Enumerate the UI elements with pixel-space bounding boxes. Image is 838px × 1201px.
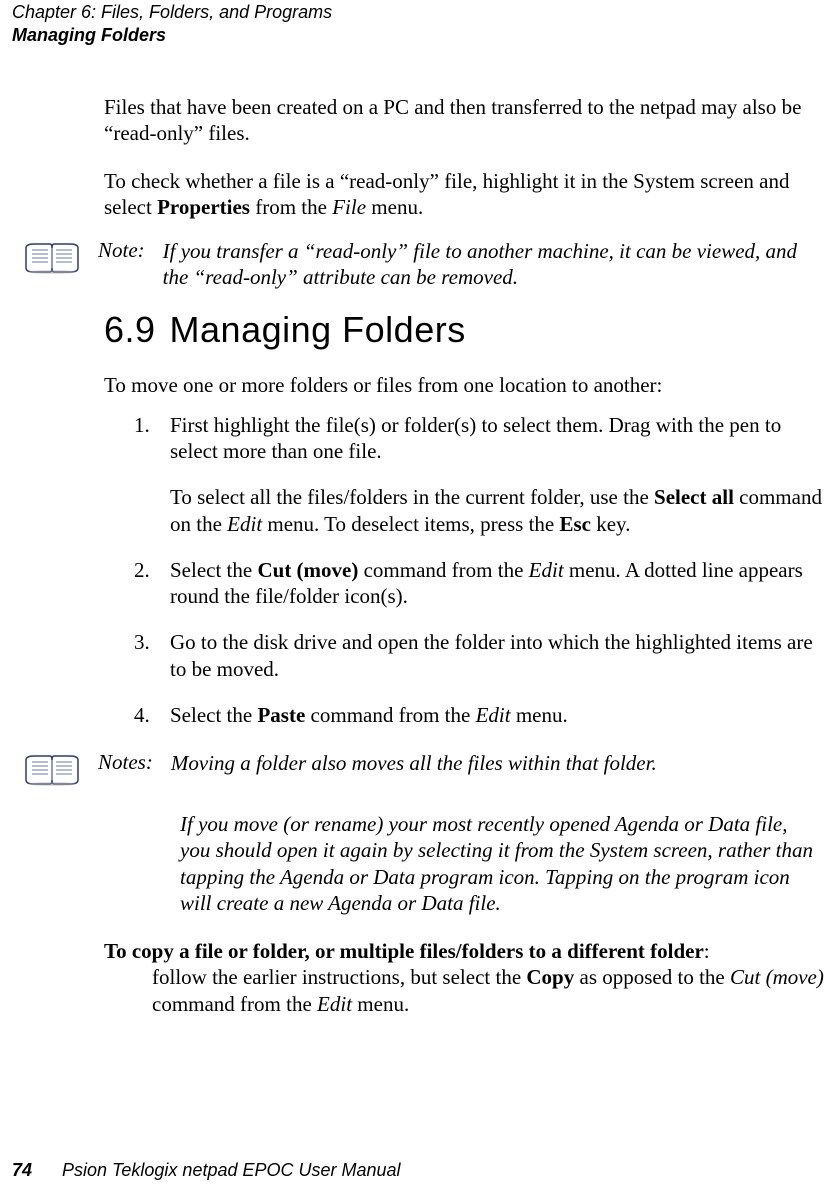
edit-menu-label: Edit bbox=[317, 992, 352, 1016]
select-all-label: Select all bbox=[654, 485, 734, 509]
text: command from the bbox=[305, 703, 475, 727]
edit-menu-label: Edit bbox=[227, 512, 262, 536]
manual-title: Psion Teklogix netpad EPOC User Manual bbox=[62, 1160, 401, 1180]
text: from the bbox=[250, 195, 332, 219]
paste-label: Paste bbox=[257, 703, 305, 727]
text: menu. To deselect items, press the bbox=[262, 512, 559, 536]
intro-paragraph-2: To check whether a file is a “read-only”… bbox=[104, 168, 822, 221]
intro-paragraph-1: Files that have been created on a PC and… bbox=[104, 94, 822, 147]
text: menu. bbox=[366, 195, 423, 219]
step-1: First highlight the file(s) or folder(s)… bbox=[134, 412, 822, 537]
step-1-sub: To select all the files/folders in the c… bbox=[170, 484, 822, 537]
step-2: Select the Cut (move) command from the E… bbox=[134, 557, 822, 610]
header-chapter: Chapter 6: Files, Folders, and Programs bbox=[12, 2, 826, 23]
section-number: 6.9 bbox=[104, 309, 156, 350]
book-icon bbox=[24, 752, 80, 793]
step-3: Go to the disk drive and open the folder… bbox=[134, 629, 822, 682]
book-icon bbox=[24, 240, 80, 281]
page-number: 74 bbox=[12, 1160, 32, 1180]
text: as opposed to the bbox=[574, 965, 730, 989]
notes-text-2: If you move (or rename) your most recent… bbox=[180, 811, 822, 916]
note-block-2: Notes: Moving a folder also moves all th… bbox=[24, 750, 822, 793]
edit-menu-label: Edit bbox=[529, 558, 564, 582]
text: Select the bbox=[170, 703, 257, 727]
edit-menu-label: Edit bbox=[476, 703, 511, 727]
text: : bbox=[704, 939, 710, 963]
note-block-1: Note: If you transfer a “read-only” file… bbox=[24, 238, 822, 291]
copy-lead: To copy a file or folder, or multiple fi… bbox=[104, 939, 704, 963]
notes-text-1: Moving a folder also moves all the files… bbox=[171, 750, 822, 776]
file-menu-label: File bbox=[332, 195, 366, 219]
copy-heading: To copy a file or folder, or multiple fi… bbox=[104, 938, 824, 964]
cut-move-label: Cut (move) bbox=[257, 558, 358, 582]
esc-key-label: Esc bbox=[559, 512, 591, 536]
section-heading-6-9: 6.9 Managing Folders bbox=[104, 309, 826, 351]
text: command from the bbox=[358, 558, 528, 582]
step-3-text: Go to the disk drive and open the folder… bbox=[170, 630, 813, 680]
text: key. bbox=[591, 512, 630, 536]
cut-move-ital: Cut (move) bbox=[730, 965, 824, 989]
step-1-text: First highlight the file(s) or folder(s)… bbox=[170, 413, 781, 463]
header-section-title: Managing Folders bbox=[12, 25, 826, 46]
note-label: Note: bbox=[98, 238, 145, 263]
text: follow the earlier instructions, but sel… bbox=[152, 965, 526, 989]
copy-body: follow the earlier instructions, but sel… bbox=[152, 964, 824, 1017]
page-footer: 74 Psion Teklogix netpad EPOC User Manual bbox=[12, 1160, 401, 1181]
section-title: Managing Folders bbox=[170, 309, 466, 350]
copy-label: Copy bbox=[526, 965, 574, 989]
text: menu. bbox=[511, 703, 568, 727]
section-lead: To move one or more folders or files fro… bbox=[104, 372, 822, 398]
text: command from the bbox=[152, 992, 317, 1016]
steps-list: First highlight the file(s) or folder(s)… bbox=[134, 412, 822, 728]
properties-label: Properties bbox=[157, 195, 250, 219]
text: menu. bbox=[352, 992, 409, 1016]
notes-label: Notes: bbox=[98, 750, 153, 775]
step-4: Select the Paste command from the Edit m… bbox=[134, 702, 822, 728]
text: Select the bbox=[170, 558, 257, 582]
text: To select all the files/folders in the c… bbox=[170, 485, 654, 509]
note-text: If you transfer a “read-only” file to an… bbox=[163, 238, 822, 291]
